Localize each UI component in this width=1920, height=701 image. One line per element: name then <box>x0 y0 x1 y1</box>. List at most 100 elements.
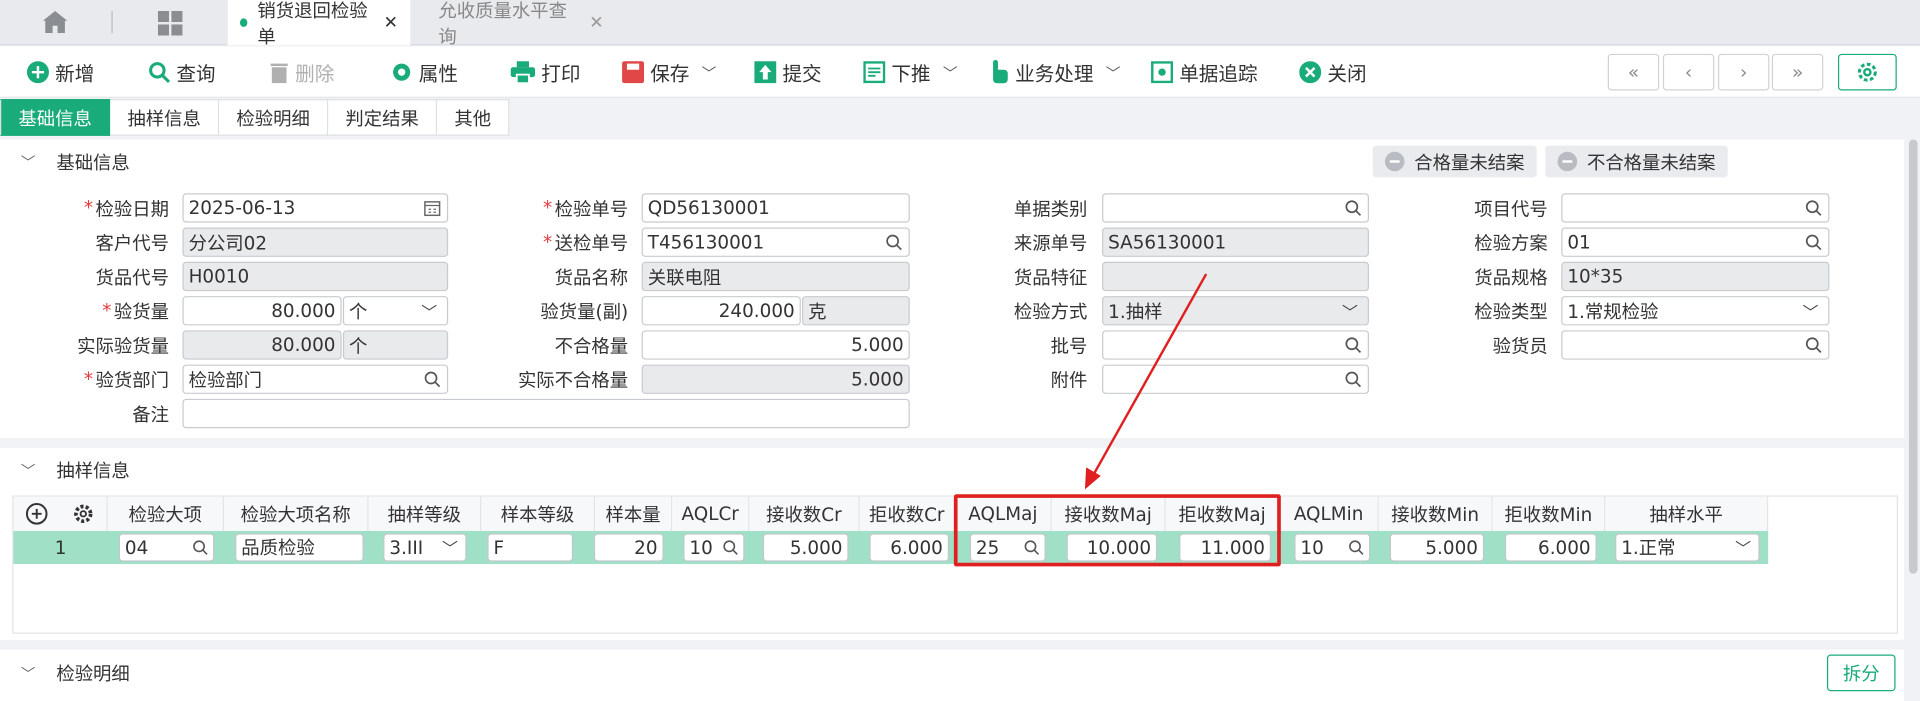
chevron-down-icon[interactable]: ﹀ <box>702 62 717 83</box>
inspector-field[interactable] <box>1561 330 1830 360</box>
tab-inspection-detail[interactable]: 检验明细 <box>219 99 329 136</box>
inspect-unit-select[interactable]: 个 ﹀ <box>342 296 449 326</box>
col-header[interactable]: 抽样水平 <box>1605 496 1769 531</box>
chevron-down-icon[interactable]: ﹀ <box>0 662 56 683</box>
reject-min-cell[interactable]: 6.000 <box>1504 533 1597 562</box>
qty-sub-unit-field[interactable]: 克 <box>802 296 910 326</box>
search-icon[interactable] <box>192 540 208 556</box>
search-icon[interactable] <box>1805 199 1822 216</box>
query-button[interactable]: 查询 <box>148 57 216 86</box>
item-name-cell[interactable]: 品质检验 <box>235 533 364 562</box>
accept-cr-cell[interactable]: 5.000 <box>762 533 849 562</box>
push-down-button[interactable]: 下推 ﹀ <box>863 57 958 86</box>
chevron-down-icon[interactable]: ﹀ <box>1106 62 1121 83</box>
aql-cr-cell[interactable]: 10 <box>683 533 745 562</box>
split-button[interactable]: 拆分 <box>1826 654 1896 692</box>
plan-field[interactable]: 01 <box>1561 227 1830 257</box>
close-tab-icon[interactable]: ✕ <box>384 13 398 33</box>
gear-icon[interactable] <box>72 503 94 525</box>
item-cell[interactable]: 04 <box>118 533 215 562</box>
col-header[interactable]: 样本等级 <box>481 496 596 531</box>
new-button[interactable]: 新增 <box>26 57 94 86</box>
inspect-qty-field[interactable]: 80.000 <box>182 296 342 326</box>
goods-code-field[interactable]: H0010 <box>182 261 449 292</box>
actual-unqualified-field[interactable]: 5.000 <box>641 364 910 394</box>
source-no-field[interactable]: SA56130001 <box>1102 227 1369 257</box>
col-header[interactable]: 检验大项名称 <box>224 496 369 531</box>
inspect-date-field[interactable]: 2025-06-13 <box>182 193 449 223</box>
col-header[interactable]: 拒收数Min <box>1492 496 1606 531</box>
pass-unclosed-toggle[interactable]: 合格量未结案 <box>1372 145 1537 178</box>
chevron-down-icon[interactable]: ﹀ <box>943 62 958 83</box>
col-header[interactable]: 抽样等级 <box>368 496 482 531</box>
col-header[interactable]: 接收数Min <box>1378 496 1493 531</box>
batch-field[interactable] <box>1102 330 1369 360</box>
apps-grid-icon[interactable] <box>157 10 184 37</box>
attach-field[interactable] <box>1102 364 1369 394</box>
search-icon[interactable] <box>424 371 441 388</box>
col-header[interactable]: 接收数Cr <box>749 496 860 531</box>
add-row-icon[interactable] <box>25 503 48 525</box>
trace-button[interactable]: 单据追踪 <box>1151 57 1258 86</box>
tab-basic-info[interactable]: 基础信息 <box>0 99 111 136</box>
reject-cr-cell[interactable]: 6.000 <box>869 533 949 562</box>
qty-sub-field[interactable]: 240.000 <box>641 296 801 326</box>
remark-field[interactable] <box>182 398 910 429</box>
vertical-scrollbar[interactable] <box>1906 137 1920 701</box>
chevron-down-icon[interactable]: ﹀ <box>0 459 56 480</box>
send-no-field[interactable]: T456130001 <box>641 227 910 257</box>
scrollbar-thumb[interactable] <box>1908 139 1918 574</box>
delete-button[interactable]: 删除 <box>269 57 334 86</box>
goods-name-field[interactable]: 关联电阻 <box>641 261 910 292</box>
print-button[interactable]: 打印 <box>510 57 580 86</box>
col-header[interactable]: AQLMin <box>1279 496 1379 531</box>
tab-aql-query[interactable]: 允收质量水平查询 ✕ <box>426 0 616 47</box>
close-button[interactable]: 关闭 <box>1299 57 1367 86</box>
inspect-no-field[interactable]: QD56130001 <box>641 193 910 223</box>
submit-button[interactable]: 提交 <box>754 57 822 86</box>
search-icon[interactable] <box>885 234 902 251</box>
tab-other[interactable]: 其他 <box>437 99 510 136</box>
save-button[interactable]: 保存 ﹀ <box>622 57 716 86</box>
doc-type-field[interactable] <box>1102 193 1369 223</box>
business-button[interactable]: 业务处理 ﹀ <box>989 57 1120 86</box>
sampling-header[interactable]: ﹀ 抽样信息 <box>0 448 1904 492</box>
chevron-down-icon[interactable]: ﹀ <box>0 151 56 172</box>
search-icon[interactable] <box>1345 371 1362 388</box>
actual-unit-field[interactable]: 个 <box>342 330 449 360</box>
calendar-icon[interactable] <box>424 199 441 217</box>
dept-field[interactable]: 检验部门 <box>182 364 449 394</box>
aql-min-cell[interactable]: 10 <box>1294 533 1371 562</box>
goods-feature-field[interactable] <box>1102 261 1369 292</box>
col-header[interactable]: 检验大项 <box>107 496 225 531</box>
method-select[interactable]: 1.抽样 ﹀ <box>1102 296 1369 326</box>
sample-level-cell[interactable]: F <box>487 533 574 562</box>
sampling-level-cell[interactable]: 1.正常 ﹀ <box>1615 533 1760 562</box>
tab-judgement-result[interactable]: 判定结果 <box>328 99 438 136</box>
fail-unclosed-toggle[interactable]: 不合格量未结案 <box>1545 145 1728 178</box>
last-record-button[interactable]: » <box>1771 53 1824 91</box>
tab-sampling-info[interactable]: 抽样信息 <box>110 99 220 136</box>
goods-spec-field[interactable]: 10*35 <box>1561 261 1830 292</box>
actual-qty-field[interactable]: 80.000 <box>182 330 342 360</box>
inspect-type-select[interactable]: 1.常规检验 ﹀ <box>1561 296 1830 326</box>
col-header[interactable]: 拒收数Cr <box>859 496 956 531</box>
settings-button[interactable] <box>1837 53 1897 91</box>
col-header[interactable]: 样本量 <box>595 496 673 531</box>
next-record-button[interactable]: › <box>1717 53 1770 91</box>
search-icon[interactable] <box>1345 336 1362 353</box>
detail-header[interactable]: ﹀ 检验明细 <box>0 651 1904 695</box>
accept-min-cell[interactable]: 5.000 <box>1389 533 1485 562</box>
search-icon[interactable] <box>1345 199 1362 216</box>
home-icon[interactable] <box>42 10 69 34</box>
prev-record-button[interactable]: ‹ <box>1662 53 1715 91</box>
first-record-button[interactable]: « <box>1607 53 1660 91</box>
search-icon[interactable] <box>1348 540 1364 556</box>
col-header[interactable]: AQLCr <box>672 496 750 531</box>
search-icon[interactable] <box>722 540 738 556</box>
sample-qty-cell[interactable]: 20 <box>593 533 664 562</box>
unqualified-field[interactable]: 5.000 <box>641 330 910 360</box>
customer-field[interactable]: 分公司02 <box>182 227 449 257</box>
table-row[interactable]: 1 04 品质检验 3.III ﹀ F 20 10 5.000 6.000 25 … <box>13 530 1769 564</box>
close-tab-icon[interactable]: ✕ <box>589 13 603 33</box>
